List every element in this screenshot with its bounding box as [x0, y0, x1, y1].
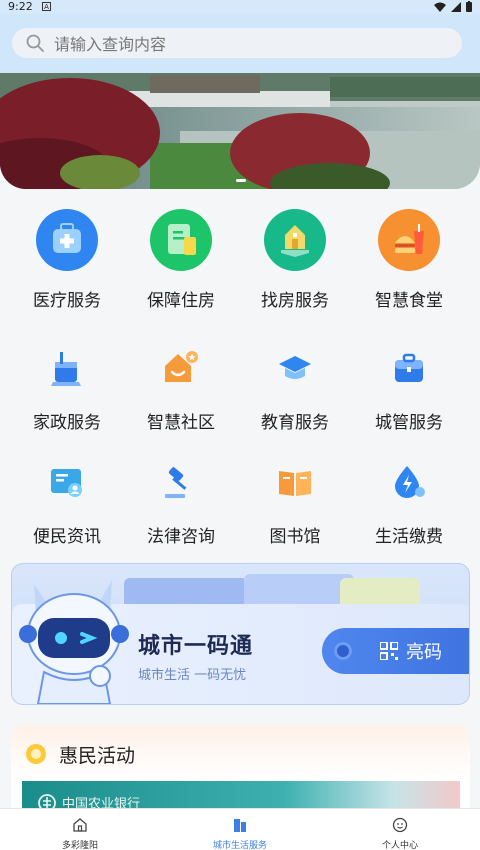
- service-education[interactable]: 教育服务: [238, 336, 352, 433]
- info-board-icon: [35, 450, 99, 514]
- robot-mascot-icon: [19, 580, 129, 704]
- banner-indicator: [236, 179, 246, 182]
- service-medical[interactable]: 医疗服务: [10, 208, 124, 311]
- banner-image[interactable]: [0, 73, 480, 189]
- briefcase-icon: [377, 336, 441, 400]
- battery-icon: [466, 1, 472, 12]
- tab-profile[interactable]: 个人中心: [320, 809, 480, 850]
- status-bar: 9:22 A: [0, 0, 480, 14]
- service-label: 生活缴费: [375, 527, 443, 547]
- status-time: 9:22: [8, 0, 33, 13]
- bottom-tab-bar: 多彩隆阳 城市生活服务 个人中心: [0, 808, 480, 850]
- house-search-icon: [263, 208, 327, 272]
- service-label: 家政服务: [33, 413, 101, 433]
- service-label: 便民资讯: [33, 527, 101, 547]
- home-icon: [73, 818, 87, 832]
- service-house-search[interactable]: 找房服务: [238, 208, 352, 311]
- user-face-icon: [392, 817, 408, 833]
- service-info[interactable]: 便民资讯: [10, 450, 124, 547]
- medal-icon: [26, 744, 46, 764]
- medical-kit-icon: [35, 208, 99, 272]
- qr-code-icon: [380, 642, 398, 660]
- service-library[interactable]: 图书馆: [238, 450, 352, 547]
- card-decoration: [244, 574, 354, 608]
- search-icon: [26, 34, 44, 52]
- activity-section: 惠民活动 中国农业银行: [11, 725, 470, 815]
- city-code-title: 城市一码通: [138, 634, 254, 659]
- cleaning-broom-icon: [35, 336, 99, 400]
- service-utility-payment[interactable]: 生活缴费: [352, 450, 466, 547]
- service-label: 图书馆: [269, 527, 321, 547]
- burger-drink-icon: [377, 208, 441, 272]
- city-code-subtitle: 城市生活 一码无忧: [138, 668, 247, 683]
- tab-label: 城市生活服务: [212, 841, 267, 850]
- button-dot: [334, 642, 352, 660]
- community-house-icon: [149, 336, 213, 400]
- show-code-button[interactable]: 亮码: [322, 628, 469, 674]
- wifi-icon: [434, 2, 446, 12]
- status-icons: [434, 1, 472, 12]
- signal-icon: [451, 1, 461, 12]
- city-buildings-icon: [234, 819, 246, 832]
- service-label: 保障住房: [147, 291, 215, 311]
- activity-title: 惠民活动: [59, 745, 136, 767]
- service-label: 城管服务: [375, 413, 443, 433]
- service-housekeeping[interactable]: 家政服务: [10, 336, 124, 433]
- tab-label: 个人中心: [381, 841, 418, 850]
- open-book-icon: [263, 450, 327, 514]
- search-placeholder: 请输入查询内容: [54, 35, 167, 54]
- tab-label: 多彩隆阳: [61, 841, 98, 850]
- service-housing[interactable]: 保障住房: [124, 208, 238, 311]
- graduation-cap-icon: [263, 336, 327, 400]
- show-code-label: 亮码: [406, 642, 442, 663]
- service-urban-management[interactable]: 城管服务: [352, 336, 466, 433]
- service-label: 教育服务: [261, 413, 329, 433]
- service-label: 医疗服务: [33, 291, 101, 311]
- city-code-card[interactable]: 城市一码通 城市生活 一码无忧 亮码: [11, 563, 470, 705]
- gavel-icon: [149, 450, 213, 514]
- service-community[interactable]: 智慧社区: [124, 336, 238, 433]
- notification-icon: A: [42, 2, 51, 11]
- service-label: 法律咨询: [147, 527, 215, 547]
- service-canteen[interactable]: 智慧食堂: [352, 208, 466, 311]
- tab-city-services[interactable]: 城市生活服务: [160, 809, 320, 850]
- tab-home[interactable]: 多彩隆阳: [0, 809, 160, 850]
- housing-document-icon: [149, 208, 213, 272]
- service-label: 找房服务: [261, 291, 329, 311]
- service-label: 智慧社区: [147, 413, 215, 433]
- search-input[interactable]: 请输入查询内容: [12, 28, 462, 58]
- service-legal[interactable]: 法律咨询: [124, 450, 238, 547]
- water-drop-icon: [377, 450, 441, 514]
- service-label: 智慧食堂: [375, 291, 443, 311]
